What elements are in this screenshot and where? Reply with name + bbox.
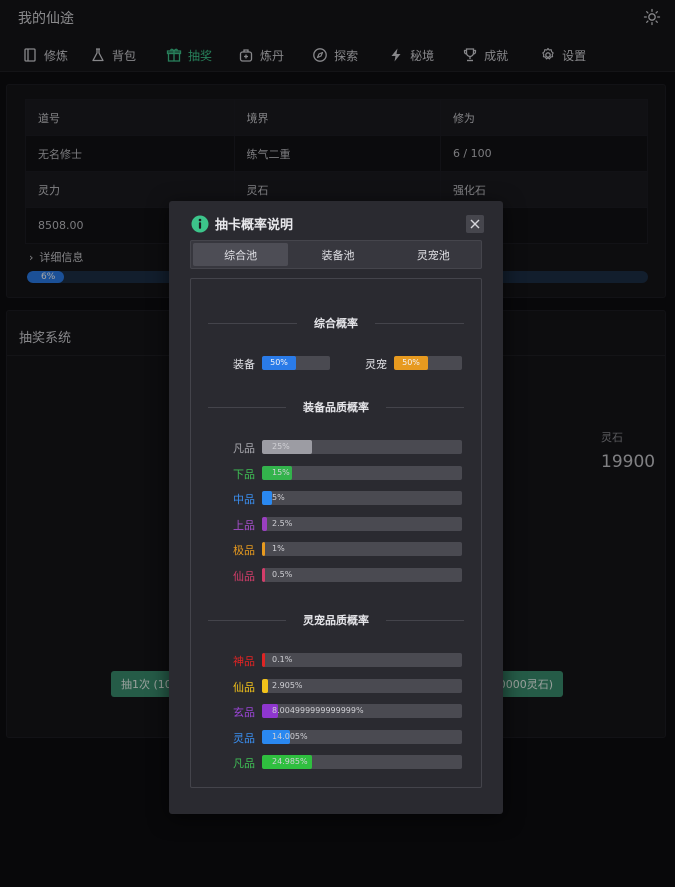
probability-bar: 50% (394, 356, 462, 370)
close-icon (470, 219, 480, 229)
probability-bar: 2.905% (262, 678, 462, 693)
probability-value: 25% (272, 442, 290, 451)
probability-label: 凡品 (233, 442, 255, 455)
probability-value: 2.905% (272, 680, 303, 690)
probability-bar: 5% (262, 491, 462, 506)
probability-value: 8.004999999999999% (272, 706, 364, 716)
probability-label: 灵宠 (365, 358, 387, 371)
probability-label: 上品 (233, 518, 255, 532)
probability-label: 下品 (233, 467, 255, 481)
pool-tabs: 综合池 装备池 灵宠池 (190, 240, 482, 269)
section-title: 灵宠品质概率 (303, 614, 369, 627)
tab-pet-pool[interactable]: 灵宠池 (386, 241, 481, 268)
probability-bar: 1% (262, 542, 462, 557)
probability-label: 装备 (233, 358, 255, 371)
modal-header: 抽卡概率说明 (191, 214, 293, 233)
probability-label: 神品 (233, 655, 255, 668)
probability-bar: 0.1% (262, 653, 462, 667)
info-icon (191, 215, 209, 232)
section-equipment: 装备品质概率 (191, 399, 481, 415)
section-title: 综合概率 (314, 317, 358, 330)
probability-label: 仙品 (233, 570, 255, 583)
section-overall: 综合概率 (191, 315, 481, 331)
probability-value: 2.5% (272, 518, 293, 528)
probability-bar: 2.5% (262, 516, 462, 531)
probability-bar: 50% (262, 356, 330, 370)
probability-value: 50% (402, 358, 420, 367)
probability-modal: 抽卡概率说明 综合池 装备池 灵宠池 综合概率 装备品质概率 灵宠品质概率 装备… (169, 201, 503, 814)
probability-bar: 8.004999999999999% (262, 704, 462, 719)
close-button[interactable] (466, 215, 484, 233)
probability-value: 50% (270, 358, 288, 367)
probability-label: 极品 (233, 544, 255, 558)
probability-value: 14.005% (272, 731, 308, 741)
modal-title: 抽卡概率说明 (215, 218, 294, 233)
tab-overall-pool[interactable]: 综合池 (193, 243, 289, 266)
probability-bar: 25% (262, 440, 462, 454)
probability-label: 灵品 (233, 731, 255, 745)
probability-bar: 15% (262, 465, 462, 480)
probability-value: 24.985% (272, 757, 308, 767)
probability-value: 1% (272, 544, 285, 554)
probability-value: 15% (272, 467, 290, 477)
section-pet: 灵宠品质概率 (191, 612, 481, 628)
section-title: 装备品质概率 (303, 401, 369, 414)
probability-bar: 24.985% (262, 755, 462, 770)
probability-content: 综合概率 装备品质概率 灵宠品质概率 装备 50% 灵宠 50% 凡品 25% 下品 15% 中… (190, 278, 482, 788)
probability-label: 仙品 (233, 680, 255, 694)
probability-label: 玄品 (233, 706, 255, 720)
probability-value: 0.1% (272, 655, 293, 664)
probability-value: 0.5% (272, 570, 293, 579)
probability-label: 凡品 (233, 757, 255, 771)
probability-bar: 14.005% (262, 729, 462, 744)
probability-label: 中品 (233, 493, 255, 507)
tab-equipment-pool[interactable]: 装备池 (290, 241, 385, 268)
probability-value: 5% (272, 493, 285, 503)
probability-bar: 0.5% (262, 568, 462, 582)
